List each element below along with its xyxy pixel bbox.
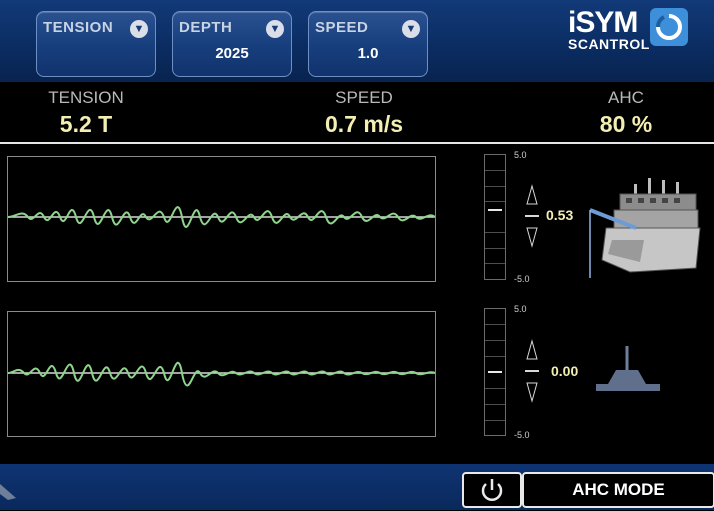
- power-button[interactable]: [462, 472, 522, 508]
- divider: [0, 142, 714, 144]
- logo-text-primary: iSYM: [568, 6, 638, 39]
- speed-dropdown-value: 1.0: [357, 45, 379, 62]
- tension-metric-value: 5.2 T: [59, 111, 113, 137]
- depth-dropdown-value: 2025: [215, 45, 249, 62]
- ahc-metric-value: 80 %: [599, 111, 653, 137]
- load-level-indicator: [488, 371, 502, 373]
- scale-tick: [485, 324, 505, 325]
- ahc-metric: AHC 80 %: [546, 88, 706, 138]
- speed-dropdown[interactable]: SPEED ▼ 1.0: [308, 11, 428, 77]
- up-down-arrows-icon: [525, 184, 539, 248]
- vessel-scale-bar: [484, 154, 506, 280]
- load-motion-plot: [7, 311, 436, 437]
- tension-metric: TENSION 5.2 T: [6, 88, 166, 138]
- load-scale-max: 5.0: [514, 304, 527, 314]
- scale-tick: [485, 201, 505, 202]
- depth-dropdown[interactable]: DEPTH ▼ 2025: [172, 11, 292, 77]
- chevron-down-icon: ▼: [402, 20, 420, 38]
- logo-text-secondary: SCANTROL: [568, 36, 650, 52]
- power-icon: [481, 479, 503, 501]
- ahc-mode-button[interactable]: AHC MODE: [522, 472, 714, 508]
- tension-dropdown[interactable]: TENSION ▼: [36, 11, 156, 77]
- vessel-level-indicator: [488, 209, 502, 212]
- scale-tick: [485, 404, 505, 405]
- scale-tick: [485, 263, 505, 264]
- vessel-scale-max: 5.0: [514, 150, 527, 160]
- refresh-logo-icon: [650, 8, 688, 46]
- scale-tick: [485, 420, 505, 421]
- scale-tick: [485, 232, 505, 233]
- ahc-metric-label: AHC: [608, 88, 644, 107]
- scale-tick: [485, 170, 505, 171]
- up-down-arrows-icon: [525, 339, 539, 403]
- vessel-mini-icon: [0, 484, 16, 500]
- vessel-scale-min: -5.0: [514, 274, 530, 284]
- scale-tick: [485, 186, 505, 187]
- scale-tick: [485, 340, 505, 341]
- chevron-down-icon: ▼: [266, 20, 284, 38]
- speed-metric: SPEED 0.7 m/s: [284, 88, 444, 138]
- subsea-load-icon: [596, 346, 660, 391]
- vessel-icon: [589, 178, 701, 278]
- load-scale-bar: [484, 308, 506, 436]
- vessel-motion-value: 0.53: [546, 207, 574, 223]
- tension-dropdown-label: TENSION: [43, 19, 114, 36]
- scale-tick: [485, 388, 505, 389]
- speed-metric-label: SPEED: [335, 88, 393, 107]
- tension-metric-label: TENSION: [48, 88, 124, 107]
- scale-tick: [485, 248, 505, 249]
- speed-metric-value: 0.7 m/s: [325, 111, 403, 137]
- scale-tick: [485, 356, 505, 357]
- brand-logo: iSYM SCANTROL: [566, 6, 692, 52]
- load-motion-value: 0.00: [551, 363, 579, 379]
- load-scale-min: -5.0: [514, 430, 530, 440]
- chevron-down-icon: ▼: [130, 20, 148, 38]
- vessel-motion-plot: [7, 156, 436, 282]
- depth-dropdown-label: DEPTH: [179, 19, 233, 36]
- speed-dropdown-label: SPEED: [315, 19, 369, 36]
